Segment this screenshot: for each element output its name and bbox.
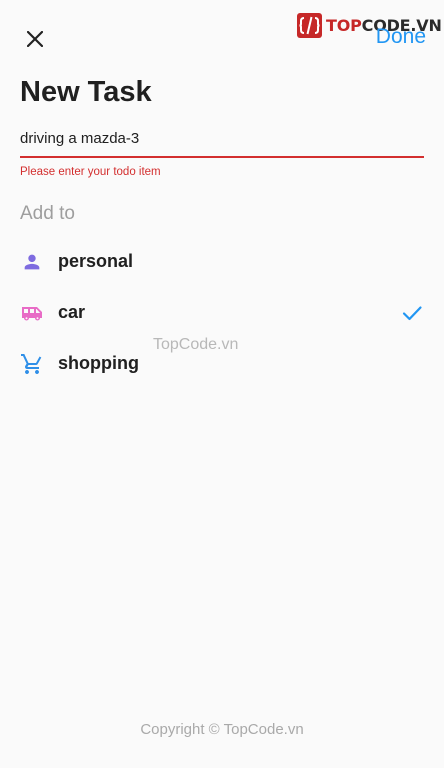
page-title: New Task	[20, 76, 152, 108]
cart-icon	[20, 352, 44, 376]
category-list: personal car shopping	[0, 236, 444, 389]
logo-brand-top: TOP	[326, 15, 362, 35]
category-label-shopping: shopping	[58, 353, 139, 373]
category-label-personal: personal	[58, 251, 134, 271]
category-item-personal[interactable]: personal	[0, 236, 444, 287]
van-icon	[20, 301, 44, 325]
close-button[interactable]	[22, 26, 48, 52]
category-label-car: car	[58, 302, 86, 322]
add-to-heading: Add to	[20, 203, 75, 224]
watermark: TopCode.vn	[153, 336, 239, 353]
done-button[interactable]: Done	[376, 26, 426, 48]
close-icon	[27, 31, 43, 47]
task-input-error: Please enter your todo item	[20, 166, 161, 178]
category-item-car[interactable]: car	[0, 287, 444, 338]
topcode-logo-icon	[297, 13, 322, 38]
check-icon	[402, 305, 422, 320]
copyright-footer: Copyright © TopCode.vn	[140, 721, 304, 738]
person-icon	[20, 250, 44, 274]
task-input[interactable]	[20, 120, 424, 158]
